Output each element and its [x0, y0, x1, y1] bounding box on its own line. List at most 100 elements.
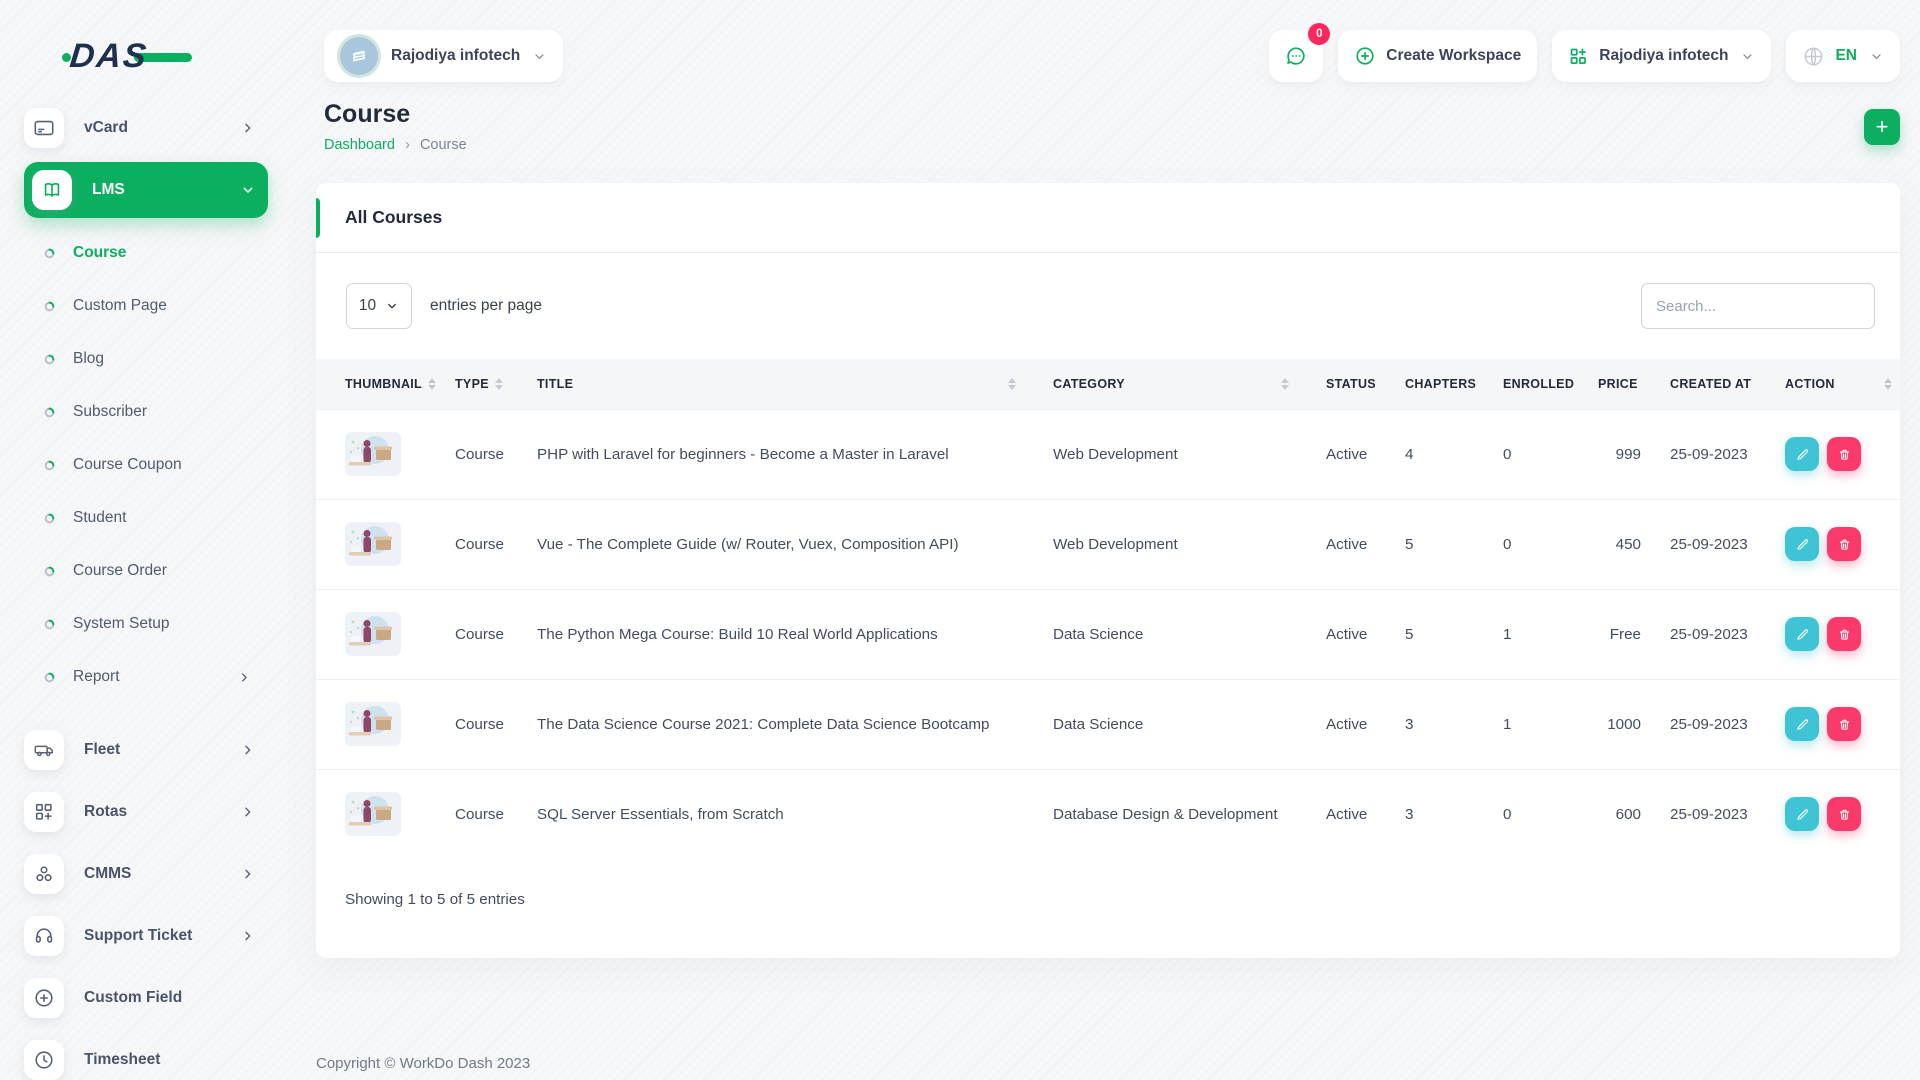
sidebar-item-label: CMMS [84, 865, 131, 883]
submenu-label: System Setup [73, 615, 170, 633]
workspace-switcher[interactable]: Rajodiya infotech [324, 30, 563, 82]
breadcrumb: Dashboard › Course [324, 136, 467, 153]
card-title: All Courses [345, 207, 442, 228]
entries-per-page-label: entries per page [430, 297, 542, 315]
entries-per-page-select[interactable]: 10 [346, 283, 412, 329]
sidebar-item-course[interactable]: Course [24, 228, 268, 278]
sidebar-item-custom-field[interactable]: Custom Field [24, 970, 268, 1026]
course-thumbnail [345, 432, 401, 476]
cell-chapters: 3 [1376, 679, 1474, 769]
sidebar-item-label: Rotas [84, 803, 127, 821]
edit-button[interactable] [1785, 617, 1819, 651]
workspace-name: Rajodiya infotech [391, 47, 520, 65]
sidebar-item-course-order[interactable]: Course Order [24, 546, 268, 596]
column-category[interactable]: CATEGORY [1024, 359, 1297, 409]
column-created-at[interactable]: CREATED AT [1641, 359, 1756, 409]
bullet-icon [44, 407, 55, 418]
bullet-icon [44, 619, 55, 630]
messages-button[interactable]: 0 [1269, 30, 1323, 82]
language-selector[interactable]: EN [1786, 30, 1900, 82]
table-row: Course The Python Mega Course: Build 10 … [316, 589, 1900, 679]
chevron-down-icon [1740, 49, 1755, 64]
sort-icon [1008, 378, 1016, 390]
chevron-right-icon [240, 866, 256, 882]
sidebar-item-report[interactable]: Report [24, 652, 268, 702]
add-course-button[interactable]: + [1864, 109, 1900, 145]
course-thumbnail [345, 522, 401, 566]
circle-plus-icon [24, 978, 64, 1018]
cell-title: The Data Science Course 2021: Complete D… [508, 679, 1024, 769]
chevron-right-icon [240, 120, 256, 136]
cell-category: Data Science [1024, 589, 1297, 679]
search-input[interactable] [1641, 283, 1875, 329]
sidebar-item-custom-page[interactable]: Custom Page [24, 281, 268, 331]
column-action[interactable]: ACTION [1756, 359, 1900, 409]
app-root: DAS vCard LMS Course [0, 0, 1920, 1080]
sidebar-item-timesheet[interactable]: Timesheet [24, 1032, 268, 1080]
create-workspace-button[interactable]: Create Workspace [1338, 30, 1537, 82]
column-enrolled[interactable]: ENROLLED [1474, 359, 1569, 409]
sidebar-item-label: Timesheet [84, 1051, 160, 1069]
table-row: Course SQL Server Essentials, from Scrat… [316, 769, 1900, 859]
entries-summary: Showing 1 to 5 of 5 entries [316, 859, 1900, 958]
sidebar-item-cmms[interactable]: CMMS [24, 846, 268, 902]
lms-submenu: Course Custom Page Blog Subscriber Cours… [24, 228, 268, 702]
sidebar-item-vcard[interactable]: vCard [24, 100, 268, 156]
cell-status: Active [1297, 589, 1376, 679]
copyright-text: Copyright © WorkDo Dash 2023 [316, 1055, 530, 1072]
sidebar: DAS vCard LMS Course [0, 0, 290, 1080]
table-row: Course The Data Science Course 2021: Com… [316, 679, 1900, 769]
sidebar-item-rotas[interactable]: Rotas [24, 784, 268, 840]
delete-button[interactable] [1827, 437, 1861, 471]
org-switcher[interactable]: Rajodiya infotech [1552, 30, 1771, 82]
delete-button[interactable] [1827, 707, 1861, 741]
card-header: All Courses [316, 183, 1900, 253]
sidebar-item-student[interactable]: Student [24, 493, 268, 543]
clock-icon [24, 1040, 64, 1080]
edit-button[interactable] [1785, 527, 1819, 561]
cell-enrolled: 0 [1474, 409, 1569, 499]
chevron-right-icon [240, 742, 256, 758]
delete-button[interactable] [1827, 797, 1861, 831]
column-price[interactable]: PRICE [1569, 359, 1641, 409]
column-title[interactable]: TITLE [508, 359, 1024, 409]
cell-status: Active [1297, 409, 1376, 499]
table-row: Course PHP with Laravel for beginners - … [316, 409, 1900, 499]
cell-category: Web Development [1024, 409, 1297, 499]
edit-button[interactable] [1785, 797, 1819, 831]
bullet-icon [44, 354, 55, 365]
cell-enrolled: 1 [1474, 589, 1569, 679]
submenu-label: Course Order [73, 562, 167, 580]
breadcrumb-dashboard-link[interactable]: Dashboard [324, 137, 395, 153]
sidebar-item-support-ticket[interactable]: Support Ticket [24, 908, 268, 964]
sidebar-item-system-setup[interactable]: System Setup [24, 599, 268, 649]
sidebar-item-label: LMS [92, 181, 125, 199]
workspace-avatar [340, 37, 378, 75]
cell-type: Course [426, 769, 508, 859]
sidebar-item-course-coupon[interactable]: Course Coupon [24, 440, 268, 490]
sidebar-item-label: Support Ticket [84, 927, 192, 945]
submenu-label: Student [73, 509, 126, 527]
delete-button[interactable] [1827, 617, 1861, 651]
column-type[interactable]: TYPE [426, 359, 508, 409]
chevron-right-icon [237, 670, 252, 685]
delete-button[interactable] [1827, 527, 1861, 561]
grid-plus-icon [1568, 46, 1589, 67]
sidebar-item-blog[interactable]: Blog [24, 334, 268, 384]
column-chapters[interactable]: CHAPTERS [1376, 359, 1474, 409]
book-icon [32, 170, 72, 210]
sidebar-item-lms[interactable]: LMS [24, 162, 268, 218]
grid-plus-icon [24, 792, 64, 832]
edit-button[interactable] [1785, 437, 1819, 471]
edit-button[interactable] [1785, 707, 1819, 741]
column-status[interactable]: STATUS [1297, 359, 1376, 409]
sidebar-item-fleet[interactable]: Fleet [24, 722, 268, 778]
sidebar-item-label: Fleet [84, 741, 120, 759]
sidebar-item-subscriber[interactable]: Subscriber [24, 387, 268, 437]
cell-price: 600 [1569, 769, 1641, 859]
cell-price: 1000 [1569, 679, 1641, 769]
column-thumbnail[interactable]: THUMBNAIL [316, 359, 426, 409]
globe-icon [1802, 45, 1825, 68]
submenu-label: Course Coupon [73, 456, 182, 474]
cell-chapters: 5 [1376, 589, 1474, 679]
